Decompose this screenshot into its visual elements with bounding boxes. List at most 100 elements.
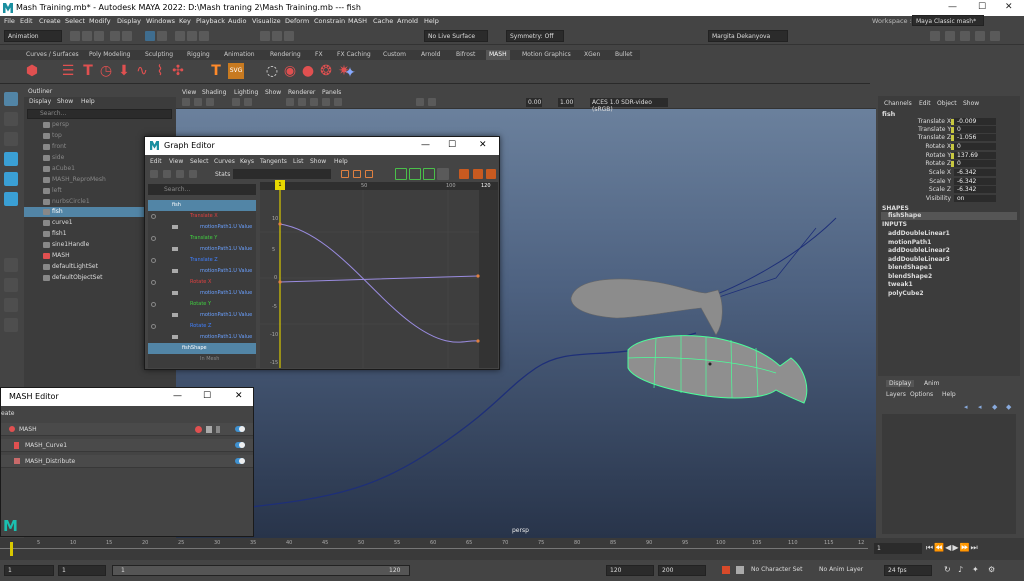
shelf-tab-arnold[interactable]: Arnold bbox=[421, 51, 440, 58]
cb-channel-rotate-z[interactable]: Rotate Z0 bbox=[878, 160, 1020, 168]
ge-menu-curves[interactable]: Curves bbox=[214, 158, 235, 165]
render-icon[interactable] bbox=[260, 31, 270, 41]
cb-input[interactable]: motionPath1 bbox=[888, 239, 931, 246]
cb-menu-show[interactable]: Show bbox=[963, 100, 979, 107]
scale-tool-icon[interactable] bbox=[4, 192, 18, 206]
symmetry-dropdown[interactable]: Symmetry: Off bbox=[506, 30, 564, 42]
component-mode-icon[interactable] bbox=[157, 31, 167, 41]
current-frame-marker[interactable] bbox=[10, 542, 13, 556]
mash-row-curve[interactable]: MASH_Curve1 bbox=[1, 439, 253, 452]
ge-item-motionpath[interactable]: motionPath1.U Value bbox=[148, 266, 256, 277]
step-back-key-icon[interactable]: ⏪ bbox=[934, 543, 945, 552]
undo-icon[interactable] bbox=[110, 31, 120, 41]
close-icon[interactable]: ✕ bbox=[235, 391, 243, 401]
menu-mash[interactable]: MASH bbox=[348, 17, 367, 25]
ge-item-motionpath[interactable]: motionPath1.U Value bbox=[148, 222, 256, 233]
character-set-dropdown[interactable]: No Character Set bbox=[748, 565, 804, 576]
mash-distribute-toggle[interactable] bbox=[235, 458, 245, 464]
cb-channel-visibility[interactable]: Visibility on bbox=[878, 195, 1020, 203]
outliner-layout-icon[interactable] bbox=[4, 318, 18, 332]
menu-audio[interactable]: Audio bbox=[228, 17, 246, 25]
preferences-icon[interactable]: ⚙ bbox=[988, 565, 995, 574]
ge-menu-tangents[interactable]: Tangents bbox=[260, 158, 287, 165]
cb-input[interactable]: polyCube2 bbox=[888, 290, 924, 297]
rotate-tool-icon[interactable] bbox=[4, 172, 18, 186]
sound-icon[interactable]: ♪ bbox=[958, 565, 963, 574]
node-icon[interactable] bbox=[206, 426, 212, 433]
playback-end-field[interactable]: 120 bbox=[606, 565, 654, 576]
save-scene-icon[interactable] bbox=[94, 31, 104, 41]
stats-field[interactable] bbox=[233, 169, 331, 179]
menu-arnold[interactable]: Arnold bbox=[397, 17, 418, 25]
cb-input[interactable]: addDoubleLinear3 bbox=[888, 256, 950, 263]
outliner-menu-display[interactable]: Display bbox=[29, 98, 51, 105]
shelf-tab-custom[interactable]: Custom bbox=[383, 51, 406, 58]
menu-cache[interactable]: Cache bbox=[373, 17, 393, 25]
menu-windows[interactable]: Windows bbox=[146, 17, 175, 25]
menu-help[interactable]: Help bbox=[424, 17, 439, 25]
cb-channel-translate-y[interactable]: Translate Y0 bbox=[878, 126, 1020, 134]
select-mode-icon[interactable] bbox=[145, 31, 155, 41]
outliner-item-persp[interactable]: persp bbox=[24, 120, 176, 130]
insert-key-icon[interactable] bbox=[163, 170, 171, 178]
cb-channel-translate-x[interactable]: Translate X -0.009 bbox=[878, 118, 1020, 126]
move-layer-up-icon[interactable]: ◂ bbox=[964, 403, 968, 411]
mash-list-icon[interactable]: ☰ bbox=[60, 63, 76, 79]
shelf-tab-rendering[interactable]: Rendering bbox=[270, 51, 301, 58]
menu-playback[interactable]: Playback bbox=[196, 17, 225, 25]
ge-search-input[interactable]: Search... bbox=[148, 184, 256, 195]
settings-icon[interactable]: ✦ bbox=[972, 565, 979, 574]
visibility-icon[interactable] bbox=[151, 280, 156, 285]
menu-key[interactable]: Key bbox=[179, 17, 191, 25]
lock-icon[interactable] bbox=[216, 426, 220, 433]
layer-tab-anim[interactable]: Anim bbox=[924, 380, 939, 387]
ipr-render-icon[interactable] bbox=[272, 31, 282, 41]
auto-key-icon[interactable] bbox=[722, 566, 730, 574]
maximize-icon[interactable]: ☐ bbox=[978, 2, 986, 12]
spline-tangent-icon[interactable] bbox=[409, 168, 421, 180]
select-tool-icon[interactable] bbox=[4, 92, 18, 106]
cb-channel-scale-x[interactable]: Scale X -6.342 bbox=[878, 169, 1020, 177]
open-scene-icon[interactable] bbox=[82, 31, 92, 41]
mash-blast-icon[interactable]: ✦ bbox=[342, 65, 358, 81]
redo-icon[interactable] bbox=[122, 31, 132, 41]
single-view-icon[interactable] bbox=[4, 258, 18, 272]
clamped-tangent-icon[interactable] bbox=[423, 168, 435, 180]
ge-menu-view[interactable]: View bbox=[169, 158, 183, 165]
frame-all-icon[interactable] bbox=[341, 170, 349, 178]
minimize-icon[interactable]: — bbox=[421, 140, 430, 150]
two-view-icon[interactable] bbox=[4, 298, 18, 312]
auto-tangent-icon[interactable] bbox=[395, 168, 407, 180]
cb-channel-translate-z[interactable]: Translate Z -1.056 bbox=[878, 134, 1020, 142]
ge-item-rotate-x[interactable]: Rotate X bbox=[148, 277, 256, 288]
move-tool-icon[interactable] bbox=[4, 152, 18, 166]
maximize-icon[interactable]: ☐ bbox=[448, 140, 456, 150]
visibility-icon[interactable] bbox=[151, 324, 156, 329]
menu-edit[interactable]: Edit bbox=[20, 17, 33, 25]
buffer-curve-icon[interactable] bbox=[459, 169, 469, 179]
cb-input[interactable]: tweak1 bbox=[888, 281, 913, 288]
ge-item-fishshape[interactable]: fishShape bbox=[148, 343, 256, 354]
shelf-tab-fx[interactable]: FX bbox=[315, 51, 323, 58]
ge-item-translate-z[interactable]: Translate Z bbox=[148, 255, 256, 266]
ge-item-motionpath[interactable]: motionPath1.U Value bbox=[148, 288, 256, 299]
time-slider[interactable]: 5 10 15 20 25 30 35 40 45 50 55 60 65 70… bbox=[0, 538, 1024, 560]
new-layer-selected-icon[interactable]: ◆ bbox=[1006, 403, 1011, 411]
channel-box-icon[interactable] bbox=[975, 31, 985, 41]
ge-item-motionpath[interactable]: motionPath1.U Value bbox=[148, 310, 256, 321]
ge-item-translate-x[interactable]: Translate X bbox=[148, 211, 256, 222]
frame-playback-icon[interactable] bbox=[365, 170, 373, 178]
ge-item-fish[interactable]: fish bbox=[148, 200, 256, 211]
layer-menu-layers[interactable]: Layers bbox=[886, 391, 906, 398]
close-icon[interactable]: ✕ bbox=[1005, 2, 1013, 12]
visibility-icon[interactable] bbox=[151, 214, 156, 219]
linear-tangent-icon[interactable] bbox=[437, 168, 449, 180]
svg-tool-icon[interactable]: SVG bbox=[228, 63, 244, 79]
current-time-marker[interactable]: 1 bbox=[275, 180, 285, 190]
anim-end-field[interactable]: 200 bbox=[658, 565, 706, 576]
cb-menu-object[interactable]: Object bbox=[937, 100, 957, 107]
ge-item-rotate-y[interactable]: Rotate Y bbox=[148, 299, 256, 310]
mash-create-icon[interactable]: ⬢ bbox=[24, 63, 40, 79]
shelf-tab-curves-surfaces[interactable]: Curves / Surfaces bbox=[26, 51, 79, 58]
minimize-icon[interactable]: — bbox=[948, 2, 957, 12]
